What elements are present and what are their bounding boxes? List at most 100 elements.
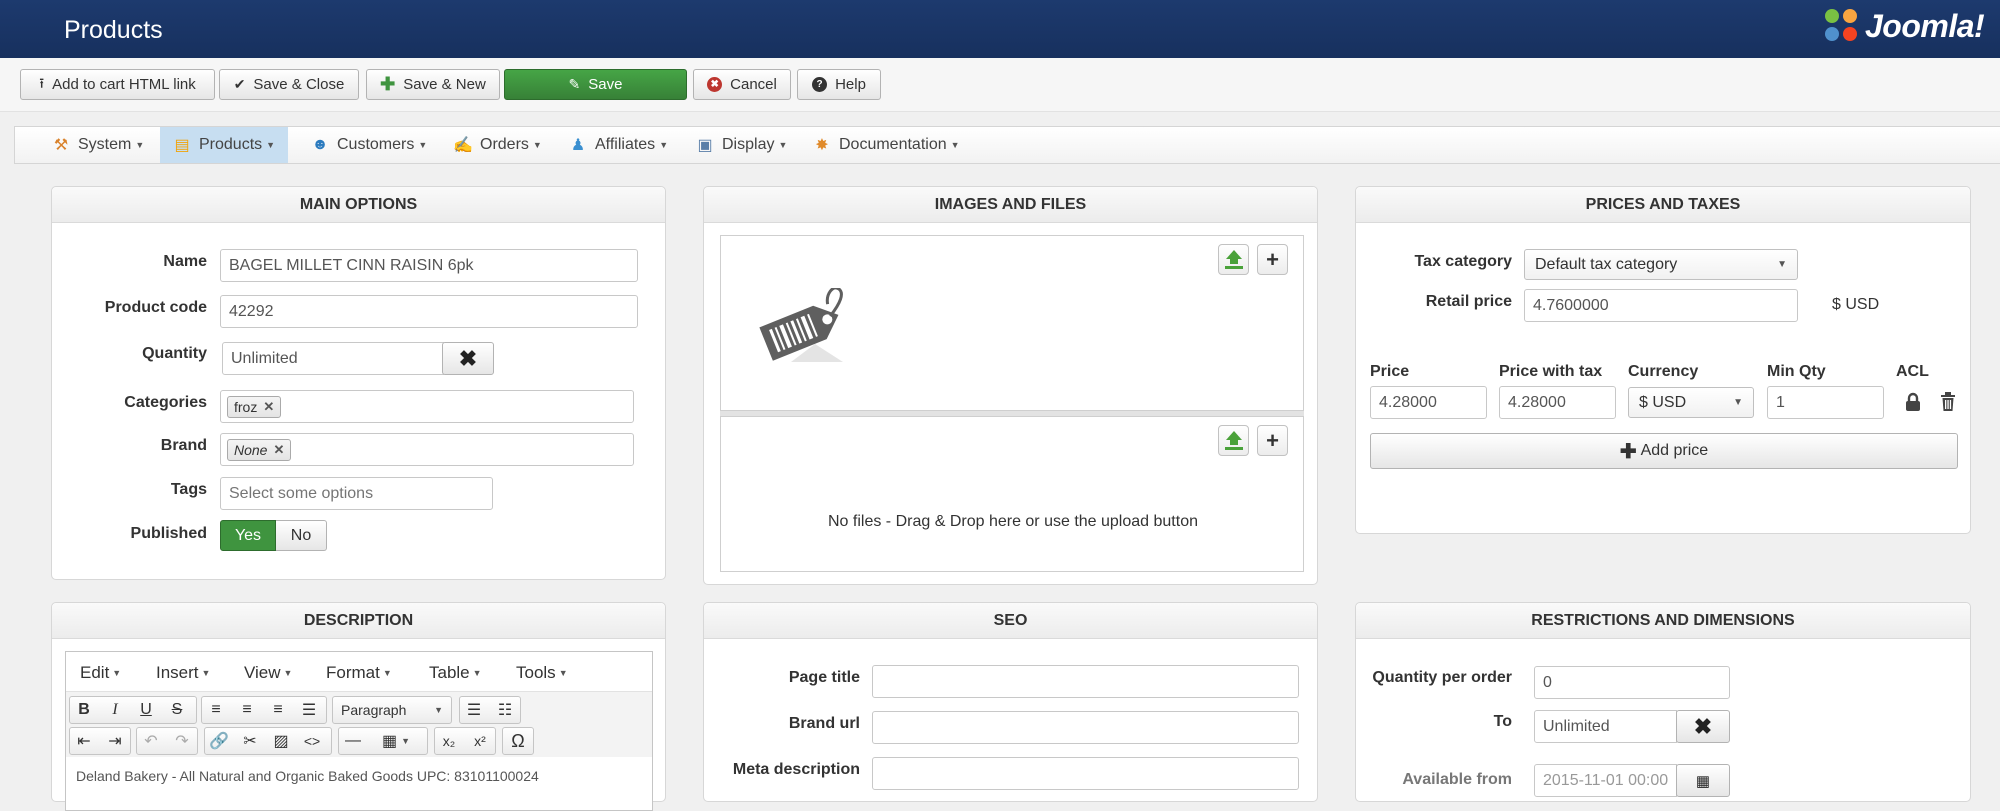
lock-icon[interactable] (1905, 392, 1921, 412)
name-label: Name (163, 253, 207, 270)
underline-icon[interactable]: U (132, 697, 160, 723)
cancel-button[interactable]: ✖ Cancel (693, 69, 791, 100)
prices-taxes-heading: PRICES AND TAXES (1356, 187, 1970, 223)
add-to-cart-link-button[interactable]: ⭱ Add to cart HTML link (20, 69, 215, 100)
upload-file-button[interactable] (1218, 425, 1249, 456)
price-with-tax-input[interactable] (1499, 386, 1616, 419)
editor-menu-tools[interactable]: Tools ▼ (516, 663, 568, 683)
menu-affiliates[interactable]: ♟ Affiliates ▼ (556, 127, 680, 163)
page-title: Products (64, 16, 163, 44)
published-label: Published (130, 525, 207, 542)
meta-description-input[interactable] (872, 757, 1299, 790)
menu-system[interactable]: ⚒ System ▼ (39, 127, 156, 163)
caret-down-icon: ▼ (532, 140, 542, 150)
product-code-input[interactable] (220, 295, 638, 328)
brand-field[interactable]: None ✕ (220, 433, 634, 466)
price-column-header: Price (1370, 363, 1410, 380)
undo-icon[interactable]: ↶ (137, 728, 165, 754)
code-icon[interactable]: <> (298, 728, 326, 754)
image-icon[interactable]: ▨ (267, 728, 295, 754)
calendar-button[interactable]: ▦ (1676, 764, 1730, 797)
editor-menu-view[interactable]: View ▼ (244, 663, 292, 683)
editor-menu-table[interactable]: Table ▼ (429, 663, 482, 683)
upload-icon (1224, 431, 1243, 450)
caret-down-icon: ▼ (401, 736, 411, 746)
horizontal-rule-icon[interactable]: — (339, 728, 367, 754)
files-dropzone[interactable]: + No files - Drag & Drop here or use the… (720, 416, 1304, 572)
quantity-per-order-input[interactable] (1534, 666, 1730, 699)
tax-category-select[interactable]: Default tax category ▼ (1524, 249, 1798, 280)
add-file-button[interactable]: + (1257, 425, 1288, 456)
remove-chip-icon[interactable]: ✕ (263, 399, 274, 415)
categories-field[interactable]: froz ✕ (220, 390, 634, 423)
clear-quantity-to-button[interactable]: ✖ (1676, 710, 1730, 743)
brand-url-input[interactable] (872, 711, 1299, 744)
link-icon[interactable]: 🔗 (205, 728, 233, 754)
quantity-label: Quantity (142, 345, 207, 362)
bullet-list-icon[interactable]: ☰ (460, 697, 488, 723)
align-center-icon[interactable]: ≡ (233, 697, 261, 723)
editor-menu-insert[interactable]: Insert ▼ (156, 663, 210, 683)
menu-documentation[interactable]: ✸ Documentation ▼ (800, 127, 972, 163)
restrictions-dimensions-heading: RESTRICTIONS AND DIMENSIONS (1356, 603, 1970, 639)
save-close-button[interactable]: ✔ Save & Close (219, 69, 359, 100)
images-dropzone[interactable]: + (720, 235, 1304, 411)
name-input[interactable] (220, 249, 638, 282)
clear-quantity-button[interactable]: ✖ (442, 342, 494, 375)
caret-down-icon: ▼ (266, 140, 276, 150)
editor-menu-edit[interactable]: Edit ▼ (80, 663, 121, 683)
paragraph-format-select[interactable]: Paragraph ▼ (332, 696, 452, 724)
acl-column-header: ACL (1896, 363, 1929, 380)
editor-menu-format[interactable]: Format ▼ (326, 663, 392, 683)
strikethrough-icon[interactable]: S (163, 697, 191, 723)
redo-icon[interactable]: ↷ (168, 728, 196, 754)
brand-name: Joomla! (1865, 7, 1985, 44)
caret-down-icon: ▼ (382, 668, 392, 678)
remove-chip-icon[interactable]: ✕ (273, 442, 284, 458)
italic-icon[interactable]: I (101, 697, 129, 723)
omega-icon[interactable]: Ω (504, 728, 532, 754)
currency-column-header: Currency (1628, 363, 1699, 380)
product-code-label: Product code (104, 299, 207, 316)
numbered-list-icon[interactable]: ☷ (491, 697, 519, 723)
align-right-icon[interactable]: ≡ (264, 697, 292, 723)
check-icon: ✔ (233, 76, 246, 92)
superscript-icon[interactable]: x² (466, 728, 494, 754)
bold-icon[interactable]: B (70, 697, 98, 723)
page-title-input[interactable] (872, 665, 1299, 698)
unlink-icon[interactable]: ✂ (236, 728, 264, 754)
add-image-button[interactable]: + (1257, 244, 1288, 275)
published-no[interactable]: No (276, 520, 327, 551)
save-new-button[interactable]: ✚ Save & New (366, 69, 500, 100)
tags-input[interactable] (220, 477, 493, 510)
close-icon: ✖ (1693, 713, 1713, 739)
available-from-input[interactable] (1534, 764, 1677, 797)
editor-content[interactable]: Deland Bakery - All Natural and Organic … (76, 768, 539, 784)
retail-price-input[interactable] (1524, 289, 1798, 322)
images-files-panel: IMAGES AND FILES + + No files - Drag & D… (703, 186, 1318, 585)
subscript-icon[interactable]: x₂ (435, 728, 463, 754)
save-button[interactable]: ✎ Save (504, 69, 687, 100)
cancel-icon: ✖ (707, 77, 723, 92)
min-qty-input[interactable] (1767, 386, 1884, 419)
no-files-message: No files - Drag & Drop here or use the u… (828, 513, 1198, 530)
caret-down-icon: ▼ (1777, 259, 1787, 270)
menu-orders[interactable]: ✍ Orders ▼ (441, 127, 554, 163)
currency-select[interactable]: $ USD ▼ (1628, 387, 1754, 418)
help-button[interactable]: ? Help (797, 69, 881, 100)
align-left-icon[interactable]: ≡ (202, 697, 230, 723)
add-price-button[interactable]: ✚ Add price (1370, 433, 1958, 469)
menu-display[interactable]: ▣ Display ▼ (683, 127, 799, 163)
menu-products[interactable]: ▤ Products ▼ (160, 127, 288, 163)
quantity-to-input[interactable] (1534, 710, 1677, 743)
table-icon[interactable]: ▦ ▼ (374, 728, 418, 754)
upload-image-button[interactable] (1218, 244, 1249, 275)
indent-icon[interactable]: ⇥ (101, 728, 129, 754)
price-input[interactable] (1370, 386, 1487, 419)
published-yes[interactable]: Yes (220, 520, 276, 551)
justify-icon[interactable]: ☰ (295, 697, 323, 723)
menu-customers[interactable]: ☻ Customers ▼ (298, 127, 439, 163)
trash-icon[interactable] (1940, 392, 1956, 412)
outdent-icon[interactable]: ⇤ (70, 728, 98, 754)
quantity-input[interactable] (222, 342, 444, 375)
